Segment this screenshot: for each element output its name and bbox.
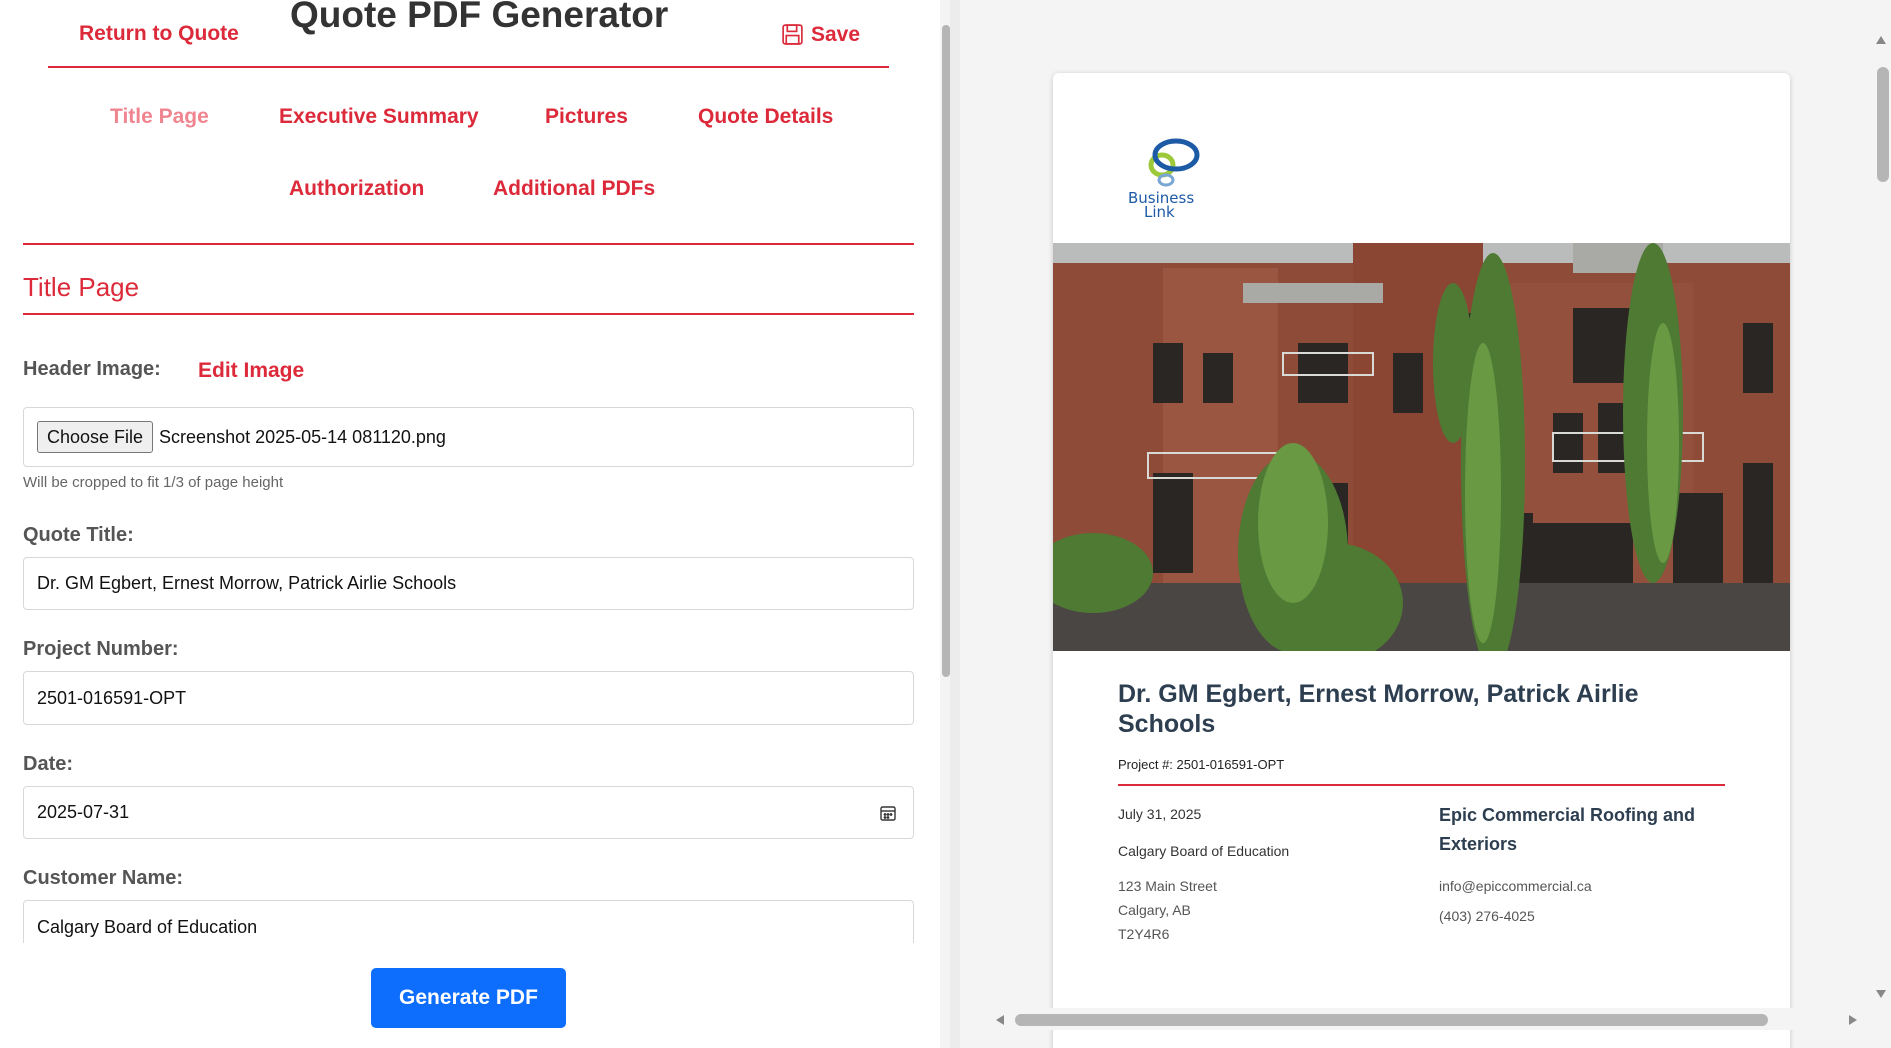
project-number-input[interactable]: 2501-016591-OPT [23, 671, 914, 725]
form-area[interactable]: Header Image: Edit Image Choose File Scr… [23, 340, 914, 943]
quote-title-value: Dr. GM Egbert, Ernest Morrow, Patrick Ai… [37, 573, 457, 593]
header-image-file-input[interactable]: Choose File Screenshot 2025-05-14 081120… [23, 407, 914, 467]
save-label: Save [811, 22, 861, 46]
file-hint: Will be cropped to fit 1/3 of page heigh… [23, 474, 284, 491]
save-button[interactable]: Save [780, 22, 860, 47]
editor-scrollbar[interactable] [940, 0, 950, 1048]
project-number-value: 2501-016591-OPT [37, 687, 187, 708]
pdf-project-number: Project #: 2501-016591-OPT [1118, 757, 1285, 772]
calendar-icon[interactable] [879, 804, 897, 822]
section-divider [23, 313, 914, 315]
tab-title-page[interactable]: Title Page [110, 105, 209, 129]
save-icon [782, 24, 803, 45]
header-photo [1053, 243, 1790, 651]
customer-name-value: Calgary Board of Education [37, 917, 258, 937]
preview-horizontal-scrollbar[interactable] [988, 1008, 1891, 1030]
pdf-company-phone: (403) 276-4025 [1439, 908, 1535, 924]
section-title: Title Page [23, 272, 140, 302]
date-label: Date: [23, 753, 74, 775]
pdf-divider [1118, 784, 1725, 786]
generate-pdf-button[interactable]: Generate PDF [371, 968, 566, 1028]
tab-additional-pdfs[interactable]: Additional PDFs [493, 177, 655, 201]
preview-vertical-scrollbar-thumb[interactable] [1877, 67, 1889, 182]
pdf-address-line-3: T2Y4R6 [1118, 926, 1170, 942]
pdf-company-email: info@epiccommercial.ca [1439, 878, 1592, 894]
customer-name-label: Customer Name: [23, 867, 184, 889]
page-title: Quote PDF Generator [290, 0, 669, 35]
pdf-address-line-1: 123 Main Street [1118, 878, 1217, 894]
editor-scrollbar-thumb[interactable] [942, 25, 950, 677]
scroll-left-arrow-icon[interactable] [996, 1015, 1004, 1025]
date-input[interactable]: 2025-07-31 [23, 786, 914, 839]
tab-authorization[interactable]: Authorization [289, 177, 424, 201]
edit-image-button[interactable]: Edit Image [198, 359, 304, 383]
selected-file-name: Screenshot 2025-05-14 081120.png [159, 426, 446, 447]
header-image-label: Header Image: [23, 358, 161, 380]
panel-divider[interactable] [950, 0, 960, 1048]
quote-title-input[interactable]: Dr. GM Egbert, Ernest Morrow, Patrick Ai… [23, 557, 914, 610]
top-bar: Return to Quote Quote PDF Generator Save [48, 0, 889, 68]
tab-quote-details[interactable]: Quote Details [698, 105, 833, 129]
pdf-date: July 31, 2025 [1118, 806, 1202, 822]
pdf-preview-panel: Business Link Dr. GM Egbert, Ernest Morr… [960, 0, 1891, 1048]
pdf-customer: Calgary Board of Education [1118, 843, 1290, 859]
scroll-down-arrow-icon[interactable] [1876, 990, 1886, 998]
tab-executive-summary[interactable]: Executive Summary [279, 105, 479, 129]
logo-text-2: Link [1144, 203, 1175, 221]
project-number-label: Project Number: [23, 638, 179, 660]
logo-mark-icon: Business Link [1128, 138, 1200, 221]
scroll-up-arrow-icon[interactable] [1876, 36, 1886, 44]
business-link-logo: Business Link [1128, 129, 1248, 229]
preview-horizontal-scrollbar-thumb[interactable] [1015, 1014, 1768, 1026]
pdf-address-line-2: Calgary, AB [1118, 902, 1191, 918]
editor-panel: Return to Quote Quote PDF Generator Save… [0, 0, 940, 1048]
pdf-company-name: Epic Commercial Roofing and Exteriors [1439, 805, 1696, 854]
scroll-right-arrow-icon[interactable] [1849, 1015, 1857, 1025]
date-value: 2025-07-31 [37, 802, 130, 822]
preview-vertical-scrollbar[interactable] [1869, 0, 1891, 1048]
tabs-divider [23, 243, 914, 245]
choose-file-button[interactable]: Choose File [37, 421, 154, 453]
pdf-quote-title: Dr. GM Egbert, Ernest Morrow, Patrick Ai… [1118, 680, 1639, 738]
return-to-quote-link[interactable]: Return to Quote [79, 22, 239, 46]
customer-name-input[interactable]: Calgary Board of Education [23, 900, 914, 943]
pdf-page: Business Link Dr. GM Egbert, Ernest Morr… [1053, 73, 1790, 1048]
quote-title-label: Quote Title: [23, 524, 134, 546]
tab-pictures[interactable]: Pictures [545, 105, 628, 129]
